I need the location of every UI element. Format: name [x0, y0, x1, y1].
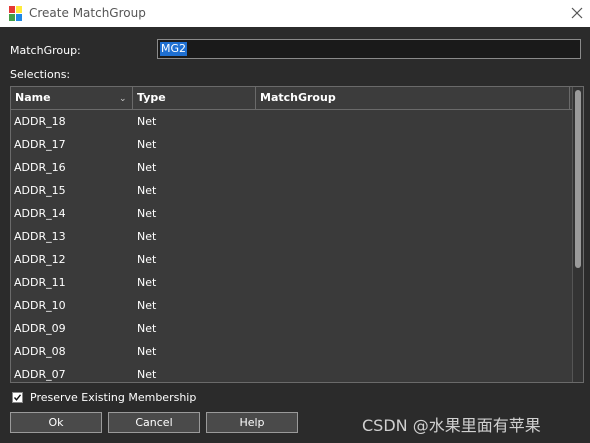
column-header-matchgroup-label: MatchGroup — [260, 91, 336, 104]
cell-type: Net — [137, 322, 157, 335]
column-header-name-label: Name — [15, 91, 51, 104]
cell-type: Net — [137, 207, 157, 220]
vertical-scrollbar[interactable] — [572, 87, 583, 382]
cell-name: ADDR_15 — [14, 184, 66, 197]
cell-name: ADDR_07 — [14, 368, 66, 381]
matchgroup-input[interactable]: MG2 — [157, 39, 581, 59]
table-row[interactable]: ADDR_08 Net — [11, 340, 573, 363]
table-row[interactable]: ADDR_09 Net — [11, 317, 573, 340]
cell-type: Net — [137, 161, 157, 174]
table-row[interactable]: ADDR_07 Net — [11, 363, 573, 382]
matchgroup-label: MatchGroup: — [10, 44, 81, 57]
scrollbar-thumb[interactable] — [575, 90, 581, 268]
table-row[interactable]: ADDR_14 Net — [11, 202, 573, 225]
table-row[interactable]: ADDR_18 Net — [11, 110, 573, 133]
ok-button[interactable]: Ok — [10, 412, 102, 433]
cell-name: ADDR_18 — [14, 115, 66, 128]
cell-name: ADDR_17 — [14, 138, 66, 151]
matchgroup-value: MG2 — [160, 42, 188, 56]
cell-name: ADDR_16 — [14, 161, 66, 174]
cell-name: ADDR_12 — [14, 253, 66, 266]
cell-type: Net — [137, 138, 157, 151]
title-bar: Create MatchGroup — [0, 0, 590, 27]
table-row[interactable]: ADDR_12 Net — [11, 248, 573, 271]
cell-name: ADDR_14 — [14, 207, 66, 220]
column-header-type-label: Type — [137, 91, 166, 104]
preserve-membership-label: Preserve Existing Membership — [30, 391, 197, 404]
table-body: ADDR_18 Net ADDR_17 Net ADDR_16 Net ADDR_15… — [11, 110, 573, 382]
cell-type: Net — [137, 230, 157, 243]
help-button[interactable]: Help — [206, 412, 298, 433]
cell-name: ADDR_11 — [14, 276, 66, 289]
table-row[interactable]: ADDR_13 Net — [11, 225, 573, 248]
cell-name: ADDR_13 — [14, 230, 66, 243]
table-row[interactable]: ADDR_16 Net — [11, 156, 573, 179]
sort-chevron-icon[interactable]: ⌄ — [119, 88, 127, 110]
selections-label: Selections: — [10, 68, 71, 81]
preserve-membership-checkbox[interactable] — [12, 392, 23, 403]
watermark-text: CSDN @水果里面有苹果 — [362, 416, 541, 435]
cell-name: ADDR_08 — [14, 345, 66, 358]
cell-type: Net — [137, 253, 157, 266]
cell-name: ADDR_10 — [14, 299, 66, 312]
app-icon — [9, 6, 22, 21]
cell-type: Net — [137, 368, 157, 381]
cell-type: Net — [137, 345, 157, 358]
cell-name: ADDR_09 — [14, 322, 66, 335]
cancel-button[interactable]: Cancel — [108, 412, 200, 433]
selections-table[interactable]: Name ⌄ Type MatchGroup ADDR_18 Net ADDR_1… — [10, 86, 584, 383]
column-header-type[interactable]: Type — [133, 87, 256, 109]
cell-type: Net — [137, 299, 157, 312]
table-row[interactable]: ADDR_10 Net — [11, 294, 573, 317]
cell-type: Net — [137, 276, 157, 289]
cell-type: Net — [137, 115, 157, 128]
table-row[interactable]: ADDR_11 Net — [11, 271, 573, 294]
table-row[interactable]: ADDR_15 Net — [11, 179, 573, 202]
window-title: Create MatchGroup — [29, 6, 146, 20]
column-header-matchgroup[interactable]: MatchGroup — [256, 87, 570, 109]
table-header: Name ⌄ Type MatchGroup — [11, 87, 573, 110]
column-header-name[interactable]: Name ⌄ — [11, 87, 133, 109]
checkmark-icon — [13, 394, 22, 401]
cell-type: Net — [137, 184, 157, 197]
close-icon[interactable] — [566, 3, 588, 23]
table-row[interactable]: ADDR_17 Net — [11, 133, 573, 156]
